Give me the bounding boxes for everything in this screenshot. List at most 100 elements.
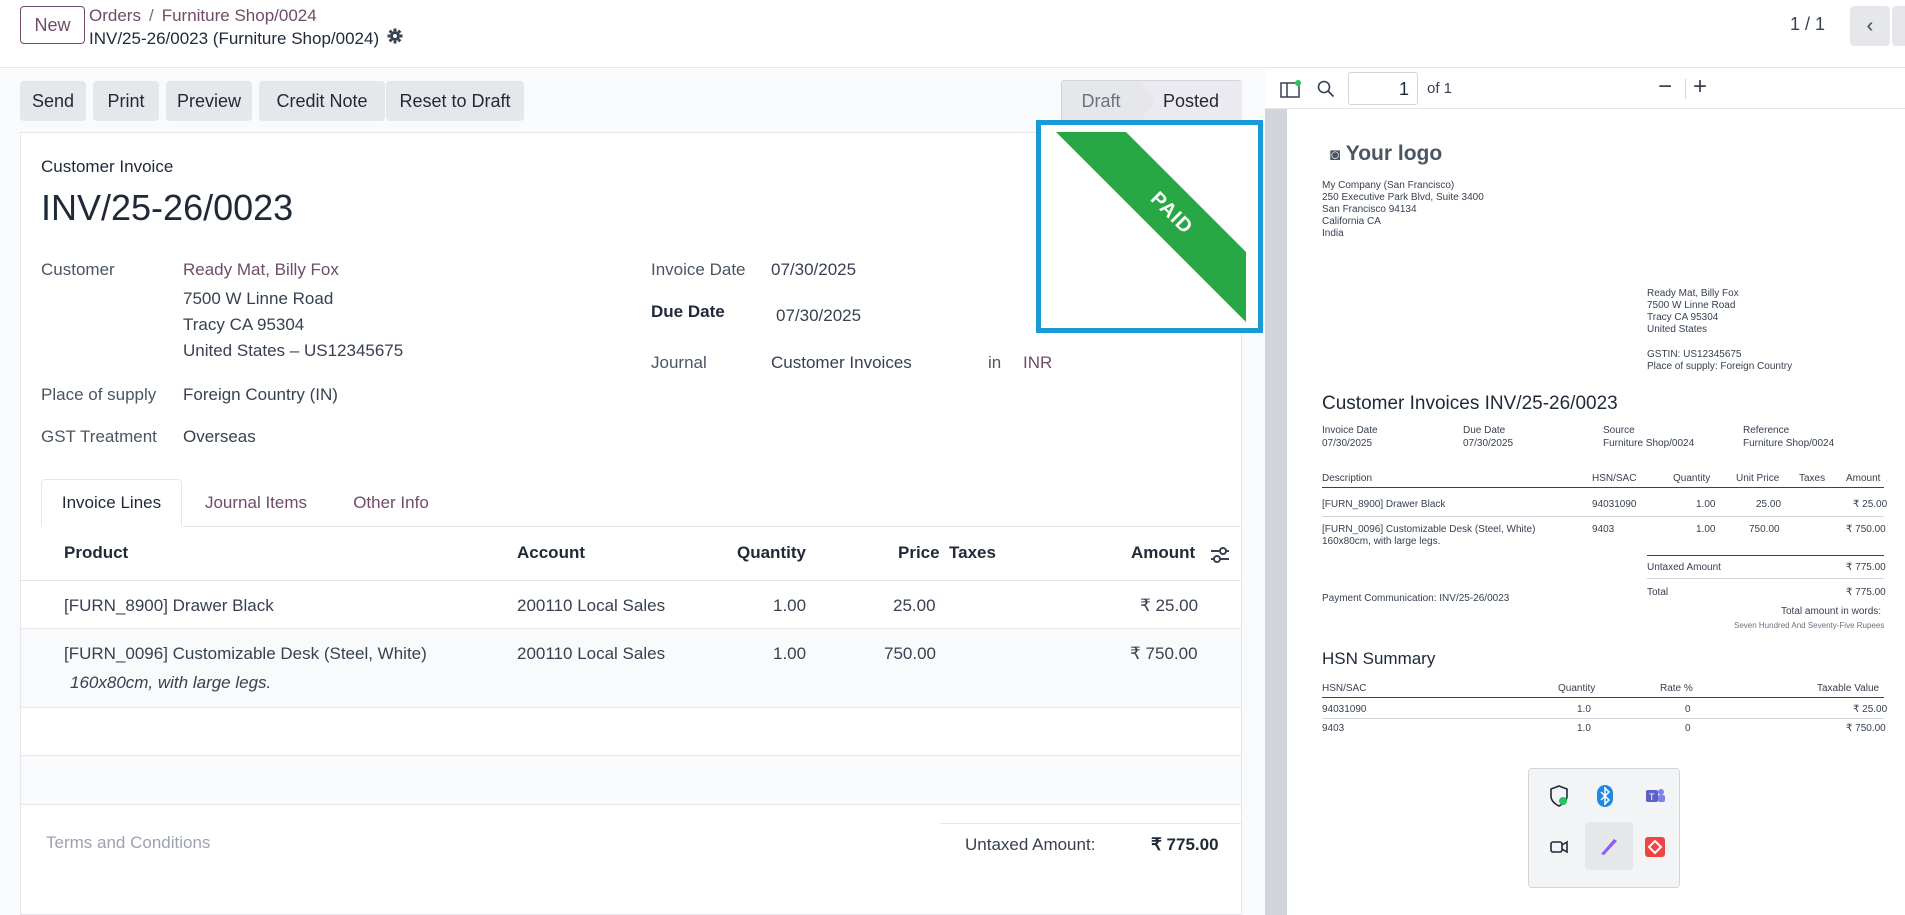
journal-field[interactable]: Customer Invoices [771, 353, 912, 373]
pdf-meta-label: Reference [1743, 425, 1790, 436]
gear-icon[interactable] [387, 28, 403, 49]
system-tray-popup: T [1528, 768, 1680, 888]
row-price[interactable]: 750.00 [884, 644, 936, 664]
pdf-hsn-qty: 1.0 [1577, 704, 1591, 715]
pdf-total-value: ₹ 775.00 [1846, 587, 1886, 598]
pdf-company-address: My Company (San Francisco) 250 Executive… [1322, 180, 1484, 239]
pdf-hsn-rate: 0 [1685, 723, 1691, 734]
gst-treatment-label: GST Treatment [41, 427, 157, 446]
pdf-hsn-header: Rate % [1660, 683, 1693, 694]
pdf-line-header: Taxes [1799, 473, 1826, 484]
column-header-account[interactable]: Account [517, 543, 585, 563]
column-header-quantity[interactable]: Quantity [737, 543, 806, 563]
place-of-supply-label: Place of supply [41, 385, 157, 404]
column-header-product[interactable]: Product [64, 543, 128, 563]
due-date-field[interactable]: 07/30/2025 [776, 306, 861, 326]
terms-and-conditions-field[interactable]: Terms and Conditions [46, 833, 210, 853]
due-date-label: Due Date [651, 302, 725, 321]
row-product[interactable]: [FURN_8900] Drawer Black [64, 596, 274, 616]
row-amount: ₹ 750.00 [1130, 644, 1198, 663]
invoice-date-field[interactable]: 07/30/2025 [771, 260, 856, 280]
camera-app-icon[interactable] [1539, 827, 1579, 867]
pdf-hsn-rate: 0 [1685, 704, 1691, 715]
pdf-line-hsn: 94031090 [1592, 499, 1637, 510]
sidebar-toggle-icon[interactable] [1280, 80, 1302, 103]
row-account[interactable]: 200110 Local Sales [517, 644, 665, 664]
pdf-payment-communication: Payment Communication: INV/25-26/0023 [1322, 593, 1510, 604]
row-product[interactable]: [FURN_0096] Customizable Desk (Steel, Wh… [64, 644, 427, 664]
pdf-rule [1322, 697, 1884, 698]
row-amount: ₹ 25.00 [1140, 596, 1199, 615]
customer-field[interactable]: Ready Mat, Billy Fox [183, 260, 339, 280]
pdf-meta-label: Due Date [1463, 425, 1506, 436]
record-title: INV/25-26/0023 (Furniture Shop/0024) [89, 28, 403, 49]
breadcrumb-order[interactable]: Furniture Shop/0024 [162, 6, 317, 25]
in-label: in [988, 353, 1002, 372]
tab-journal-items[interactable]: Journal Items [196, 479, 316, 527]
pdf-total-label: Total [1647, 587, 1669, 598]
row-quantity[interactable]: 1.00 [773, 644, 806, 664]
row-account[interactable]: 200110 Local Sales [517, 596, 665, 616]
search-icon[interactable] [1317, 80, 1335, 103]
anydesk-icon[interactable] [1635, 827, 1675, 867]
breadcrumb-orders[interactable]: Orders [89, 6, 141, 25]
pdf-meta-value: Furniture Shop/0024 [1743, 438, 1835, 449]
bluetooth-icon[interactable] [1585, 776, 1625, 816]
pdf-hsn-code: 9403 [1322, 723, 1345, 734]
column-header-price[interactable]: Price [898, 543, 940, 563]
pager-value[interactable]: 1 / 1 [1790, 14, 1825, 35]
customer-address-line: 7500 W Linne Road [183, 289, 334, 308]
place-of-supply-field[interactable]: Foreign Country (IN) [183, 385, 338, 405]
tab-invoice-lines[interactable]: Invoice Lines [41, 479, 182, 527]
pdf-untaxed-label: Untaxed Amount [1647, 562, 1721, 573]
page-number-input[interactable]: 1 [1348, 72, 1418, 105]
gst-treatment-field[interactable]: Overseas [183, 427, 256, 447]
row-price[interactable]: 25.00 [893, 596, 936, 616]
pdf-line-qty: 1.00 [1696, 524, 1716, 535]
status-draft[interactable]: Draft [1062, 81, 1140, 121]
print-button[interactable]: Print [93, 81, 159, 121]
status-bar: Draft Posted [1061, 80, 1242, 122]
pdf-rule [1647, 555, 1884, 556]
table-empty-row [21, 756, 1241, 804]
reset-to-draft-button[interactable]: Reset to Draft [386, 81, 524, 121]
row-description[interactable]: 160x80cm, with large legs. [70, 673, 271, 693]
pdf-hsn-value: ₹ 750.00 [1846, 723, 1886, 734]
pdf-untaxed-value: ₹ 775.00 [1846, 562, 1886, 573]
pdf-meta-value: 07/30/2025 [1463, 438, 1514, 449]
pdf-rule [1647, 578, 1884, 579]
zoom-in-icon[interactable]: + [1693, 73, 1707, 101]
new-button[interactable]: New [20, 6, 85, 44]
pdf-line-amount: ₹ 750.00 [1846, 524, 1886, 535]
invoice-date-label: Invoice Date [651, 260, 746, 279]
send-button[interactable]: Send [20, 81, 86, 121]
pdf-client-address: Ready Mat, Billy Fox 7500 W Linne Road T… [1647, 288, 1739, 335]
pdf-toolbar: 1 of 1 − + [1265, 69, 1905, 109]
pen-app-icon[interactable] [1585, 822, 1633, 870]
pdf-words-label: Total amount in words: [1781, 606, 1882, 617]
toolbar-divider [1685, 79, 1686, 99]
currency-field[interactable]: INR [1023, 353, 1052, 373]
pager-previous-button[interactable]: ‹ [1850, 6, 1890, 46]
tab-other-info[interactable]: Other Info [336, 479, 446, 527]
credit-note-button[interactable]: Credit Note [259, 81, 385, 121]
zoom-out-icon[interactable]: − [1658, 73, 1672, 101]
pdf-rule [1322, 516, 1884, 517]
security-shield-icon[interactable] [1539, 776, 1579, 816]
pdf-line-header: Unit Price [1736, 473, 1780, 484]
column-header-amount[interactable]: Amount [1131, 543, 1195, 563]
table-row-bg [21, 629, 1241, 707]
pdf-hsn-header: Quantity [1558, 683, 1596, 694]
chevron-left-icon: ‹ [1866, 14, 1874, 37]
preview-button[interactable]: Preview [166, 81, 252, 121]
teams-icon[interactable]: T [1635, 776, 1675, 816]
pdf-hsn-title: HSN Summary [1322, 649, 1436, 668]
pdf-line-price: 750.00 [1749, 524, 1780, 535]
pdf-line-price: 25.00 [1756, 499, 1782, 510]
column-header-taxes[interactable]: Taxes [949, 543, 996, 563]
row-quantity[interactable]: 1.00 [773, 596, 806, 616]
untaxed-amount-value: ₹ 775.00 [1151, 835, 1219, 854]
column-settings-icon[interactable] [1210, 546, 1230, 569]
pager-next-button[interactable] [1892, 6, 1905, 46]
status-arrow [1140, 81, 1156, 121]
